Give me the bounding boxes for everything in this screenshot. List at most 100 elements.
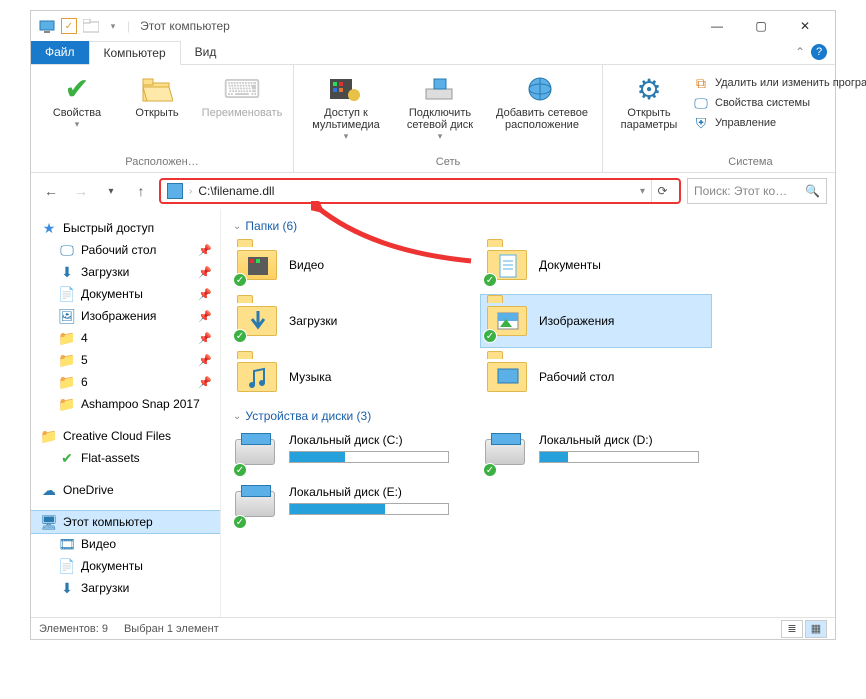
folders-header-label: Папки (6) [245,219,297,233]
sync-check-icon: ✓ [483,329,497,343]
tree-onedrive[interactable]: ☁OneDrive [31,479,220,501]
folder-music[interactable]: Музыка [231,351,461,403]
open-settings-button[interactable]: ⚙ Открыть параметры [613,69,685,131]
uninstall-program-button[interactable]: ⧉ Удалить или изменить программу [693,75,866,91]
tree-quick-access[interactable]: ★Быстрый доступ [31,217,220,239]
sync-check-icon: ✓ [483,273,497,287]
recent-locations-button[interactable]: ▾ [99,179,123,203]
folder-downloads[interactable]: ✓ Загрузки [231,295,461,347]
tree-desktop[interactable]: 🖵 Рабочий стол 📌 [31,239,220,261]
forward-button: → [69,179,93,203]
tree-videos[interactable]: 🎞Видео [31,533,220,555]
sync-check-icon: ✓ [233,515,247,529]
item-label: Видео [289,258,457,272]
devices-section-header[interactable]: ⌄ Устройства и диски (3) [231,403,825,429]
pictures-folder-icon: ✓ [485,301,529,341]
tiles-view-button[interactable]: ▦ [805,620,827,638]
media-access-button[interactable]: Доступ к мультимедиа ▾ [304,69,388,142]
item-label: Загрузки [289,314,457,328]
map-drive-button[interactable]: Подключить сетевой диск ▾ [396,69,484,142]
folder-documents[interactable]: ✓ Документы [481,239,711,291]
collapse-ribbon-icon[interactable]: ⌃ [795,45,805,59]
drive-c[interactable]: ✓ Локальный диск (C:) [231,429,461,477]
system-properties-button[interactable]: 🖵 Свойства системы [693,95,866,111]
tree-folder-6[interactable]: 📁6📌 [31,371,220,393]
checkbox-icon[interactable]: ✓ [61,18,77,34]
folder-icon[interactable] [83,18,99,34]
close-button[interactable]: ✕ [783,11,827,41]
add-network-location-button[interactable]: Добавить сетевое расположение [492,69,592,131]
tab-file[interactable]: Файл [31,41,89,64]
system-actions-list: ⧉ Удалить или изменить программу 🖵 Свойс… [693,69,866,131]
video-folder-icon: ✓ [235,245,279,285]
navigation-row: ← → ▾ ↑ › C:\filename.dll ▾ ⟳ Поиск: Это… [31,173,835,209]
tree-label: Этот компьютер [63,515,153,529]
tree-this-pc[interactable]: 🖥Этот компьютер [31,511,220,533]
address-bar[interactable]: › C:\filename.dll ▾ ⟳ [159,178,681,204]
tree-label: Документы [81,559,143,573]
drive-e[interactable]: ✓ Локальный диск (E:) [231,481,461,529]
tree-flat-assets[interactable]: ✔Flat-assets [31,447,220,469]
tree-label: Рабочий стол [81,243,156,257]
drive-d[interactable]: ✓ Локальный диск (D:) [481,429,711,477]
refresh-button[interactable]: ⟳ [651,180,673,202]
qat-dropdown-icon[interactable]: ▾ [105,18,121,34]
tree-label: Изображения [81,309,156,323]
folders-grid: ✓ Видео ✓ Документы ✓ Загрузки ✓ Изображ… [231,239,825,403]
tree-downloads[interactable]: ⬇Загрузки📌 [31,261,220,283]
pin-icon: 📌 [198,266,212,279]
maximize-button[interactable]: ▢ [739,11,783,41]
chevron-down-icon: ⌄ [233,411,241,422]
back-button[interactable]: ← [39,179,63,203]
tree-folder-5[interactable]: 📁5📌 [31,349,220,371]
tree-downloads2[interactable]: ⬇Загрузки [31,577,220,599]
pin-icon: 📌 [198,244,212,257]
folder-desktop[interactable]: Рабочий стол [481,351,711,403]
details-view-button[interactable]: ≣ [781,620,803,638]
open-button[interactable]: Открыть [121,69,193,119]
ribbon-tabs: Файл Компьютер Вид ⌃ ? [31,41,835,65]
usage-bar [289,451,449,463]
explorer-window: ✓ ▾ | Этот компьютер — ▢ ✕ Файл Компьюте… [30,10,836,640]
folder-pictures[interactable]: ✓ Изображения [481,295,711,347]
tab-view[interactable]: Вид [181,41,231,64]
document-icon: 📄 [59,286,75,302]
tree-label: 6 [81,375,88,389]
tree-label: Видео [81,537,116,551]
search-box[interactable]: Поиск: Этот ко… 🔍 [687,178,827,204]
downloads-folder-icon: ✓ [235,301,279,341]
box-icon: ⧉ [693,75,709,91]
drive-label: Локальный диск (D:) [539,433,707,447]
tree-documents2[interactable]: 📄Документы [31,555,220,577]
properties-label: Свойства [53,107,101,119]
download-icon: ⬇ [59,264,75,280]
tab-computer[interactable]: Компьютер [89,41,181,65]
tree-folder-4[interactable]: 📁4📌 [31,327,220,349]
network-drive-icon [424,73,456,105]
desktop-icon: 🖵 [59,242,75,258]
address-dropdown-icon[interactable]: ▾ [640,186,645,197]
map-drive-label: Подключить сетевой диск [396,107,484,131]
music-folder-icon [235,357,279,397]
manage-button[interactable]: ⛨ Управление [693,115,866,131]
ribbon-group-network: Доступ к мультимедиа ▾ Подключить сетево… [294,65,603,172]
folder-icon: 📁 [59,330,75,346]
desktop-folder-icon [485,357,529,397]
up-button[interactable]: ↑ [129,179,153,203]
tree-label: Документы [81,287,143,301]
drive-icon: ✓ [235,433,279,473]
properties-button[interactable]: ✔ Свойства ▾ [41,69,113,130]
minimize-button[interactable]: — [695,11,739,41]
tree-creative-cloud[interactable]: 📁Creative Cloud Files [31,425,220,447]
help-icon[interactable]: ? [811,44,827,60]
tree-ashampoo[interactable]: 📁Ashampoo Snap 2017 [31,393,220,415]
item-label: Музыка [289,370,457,384]
tree-label: Загрузки [81,581,129,595]
tree-documents[interactable]: 📄Документы📌 [31,283,220,305]
folders-section-header[interactable]: ⌄ Папки (6) [231,213,825,239]
group-label-network: Сеть [436,154,460,170]
tree-pictures[interactable]: 🖼Изображения📌 [31,305,220,327]
pictures-icon: 🖼 [59,308,75,324]
folder-videos[interactable]: ✓ Видео [231,239,461,291]
item-label: Документы [539,258,707,272]
